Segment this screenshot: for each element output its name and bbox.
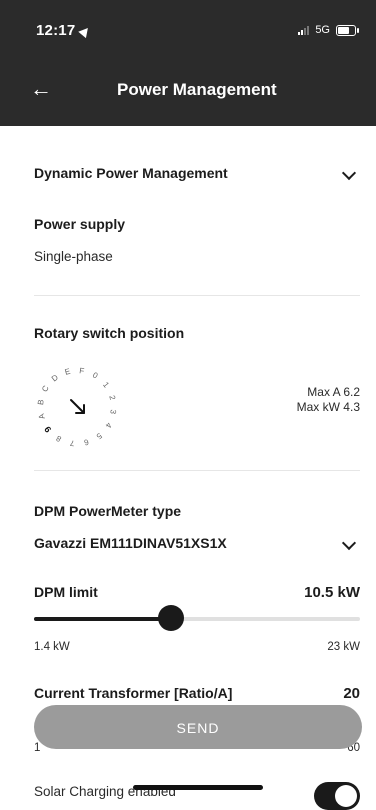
back-arrow-icon[interactable]: ← xyxy=(30,76,56,102)
dial-label: D xyxy=(50,373,60,384)
slider-thumb[interactable] xyxy=(158,605,184,631)
dial-label: 6 xyxy=(83,437,90,447)
ct-header: Current Transformer [Ratio/A] 20 xyxy=(34,685,360,705)
send-button[interactable]: SEND xyxy=(34,705,362,749)
solar-toggle[interactable] xyxy=(314,782,360,810)
powermeter-value: Gavazzi EM111DINAV51XS1X xyxy=(34,535,227,551)
dial-label: F xyxy=(79,366,85,376)
dial-label: 7 xyxy=(69,438,75,448)
network-type: 5G xyxy=(315,24,330,36)
power-supply-label: Power supply xyxy=(34,216,126,232)
toggle-knob xyxy=(335,785,357,807)
dial-label: 0 xyxy=(91,370,100,380)
dial-label: E xyxy=(64,367,71,377)
dial-label: C xyxy=(40,384,51,394)
dial-label: 1 xyxy=(101,380,111,389)
dial-label: 4 xyxy=(103,421,113,430)
home-indicator xyxy=(133,785,263,790)
powermeter-select[interactable]: Gavazzi EM111DINAV51XS1X xyxy=(34,535,360,555)
rotary-switch-dial: 01 2 3 456789 A BCDE F xyxy=(36,366,118,448)
dial-label: B xyxy=(36,399,46,405)
ct-label: Current Transformer [Ratio/A] xyxy=(34,685,233,701)
dpm-section-label: Dynamic Power Management xyxy=(34,165,228,181)
status-bar: 12:17 5G xyxy=(0,0,376,62)
dial-label: 8 xyxy=(54,433,63,443)
clock: 12:17 xyxy=(36,22,93,39)
divider xyxy=(34,470,360,471)
dial-label: A xyxy=(37,412,47,420)
max-kw-text: Max kW 4.3 xyxy=(296,400,360,414)
page-title: Power Management xyxy=(117,80,277,99)
dpm-limit-header: DPM limit 10.5 kW xyxy=(34,584,360,604)
status-indicators: 5G xyxy=(298,24,359,36)
dpm-limit-value: 10.5 kW xyxy=(304,584,360,601)
location-arrow-icon xyxy=(78,24,93,38)
dpm-limit-slider[interactable] xyxy=(34,605,360,631)
dpm-limit-label: DPM limit xyxy=(34,584,98,600)
signal-icon xyxy=(298,25,310,35)
chevron-down-icon xyxy=(341,535,357,551)
divider xyxy=(34,295,360,296)
app-header: ← Power Management xyxy=(0,62,376,126)
chevron-down-icon xyxy=(341,165,357,181)
powermeter-label: DPM PowerMeter type xyxy=(34,503,182,519)
dial-label: 2 xyxy=(107,394,117,401)
max-a-text: Max A 6.2 xyxy=(307,385,360,399)
slider-fill xyxy=(34,617,171,621)
battery-icon xyxy=(336,24,359,36)
dial-label: 9 xyxy=(42,424,53,434)
rotary-label: Rotary switch position xyxy=(34,325,185,341)
dpm-limit-max: 23 kW xyxy=(327,641,360,653)
power-supply-value: Single-phase xyxy=(34,249,113,264)
rotary-arrow-icon xyxy=(70,399,85,414)
ct-value: 20 xyxy=(343,685,360,702)
rotary-info: Max A 6.2 Max kW 4.3 xyxy=(297,385,360,415)
dial-label: 3 xyxy=(108,409,118,415)
dpm-limit-min: 1.4 kW xyxy=(34,641,70,653)
dial-label: 5 xyxy=(94,431,103,441)
dpm-section-toggle[interactable]: Dynamic Power Management xyxy=(34,165,360,185)
